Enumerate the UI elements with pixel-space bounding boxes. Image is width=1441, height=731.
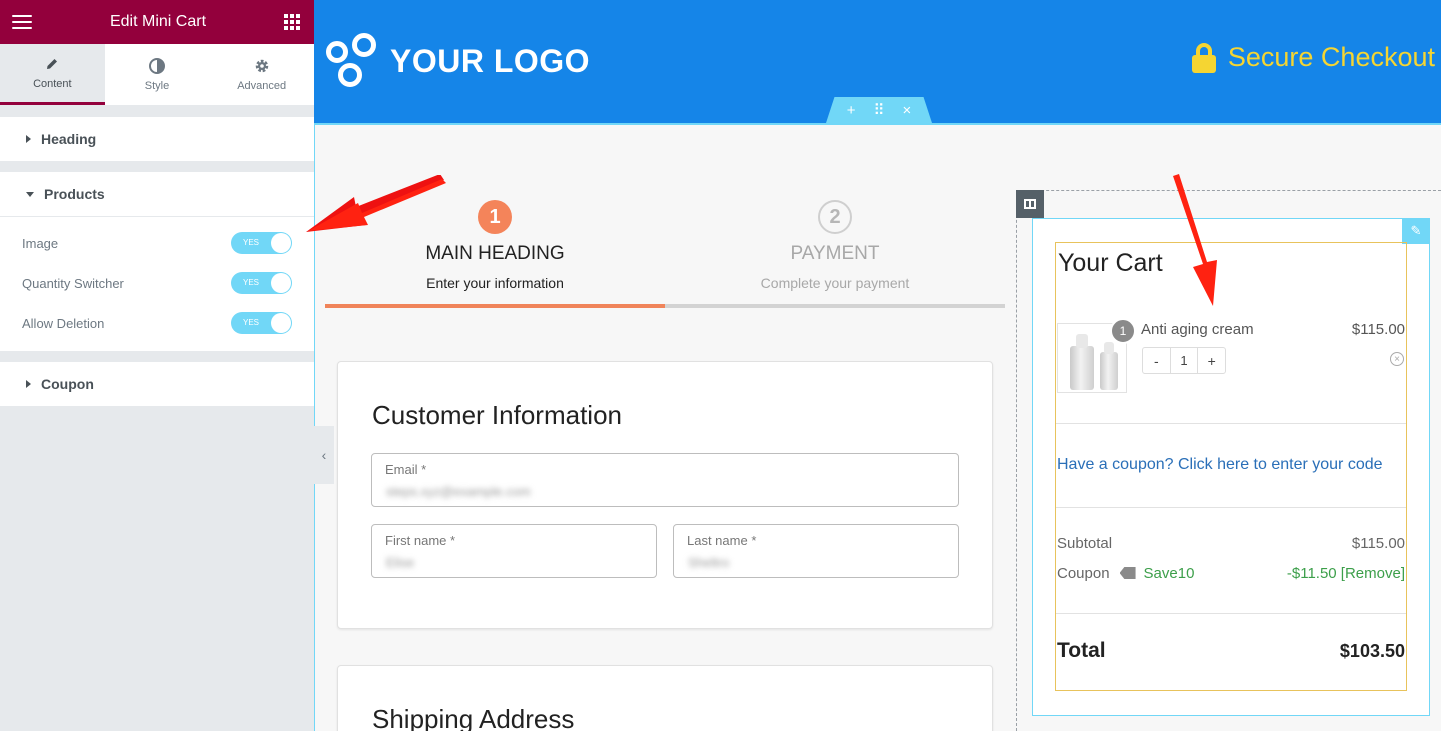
control-image: Image YES [0, 223, 314, 263]
email-value: steps.xyz@example.com [386, 484, 531, 499]
first-name-label: First name * [385, 533, 456, 548]
panel-header: Edit Mini Cart [0, 0, 314, 44]
column-icon [1024, 199, 1036, 209]
last-name-label: Last name * [687, 533, 757, 548]
section-heading-label: Heading [41, 131, 97, 147]
subtotal-value: $115.00 [1351, 535, 1405, 552]
chevron-left-icon: ‹ [321, 447, 327, 463]
cart-title: Your Cart [1058, 249, 1163, 277]
last-name-value: Sheltro [688, 555, 730, 570]
section-coupon-toggle[interactable]: Coupon [0, 362, 314, 406]
total-label: Total [1057, 639, 1106, 662]
control-image-label: Image [22, 235, 59, 251]
caret-down-icon [26, 191, 34, 197]
remove-item-icon[interactable]: × [1390, 352, 1404, 366]
section-handle: + ⠿ × [826, 97, 932, 123]
menu-icon[interactable] [12, 15, 32, 29]
step-2-number: 2 [818, 200, 852, 234]
quantity-stepper: - 1 + [1142, 347, 1226, 374]
caret-right-icon [26, 135, 31, 143]
panel-collapse-button[interactable]: ‹ [314, 426, 334, 484]
secure-checkout-label: Secure Checkout [1227, 42, 1435, 72]
site-header: YOUR LOGO Secure Checkout + ⠿ × [314, 0, 1441, 123]
product-name[interactable]: Anti aging cream [1141, 321, 1254, 338]
customer-information-card: Customer Information Email * steps.xyz@e… [337, 361, 993, 629]
shipping-address-card: Shipping Address [337, 665, 993, 731]
coupon-discount-remove[interactable]: -$11.50 [Remove] [1287, 565, 1405, 582]
total-row: Total $103.50 [1057, 639, 1405, 663]
checkout-steps: 1 MAIN HEADING Enter your information 2 … [325, 200, 1005, 310]
tab-style-label: Style [144, 79, 170, 92]
section-coupon-label: Coupon [41, 376, 94, 392]
steps-progress-bar [325, 304, 1005, 308]
subtotal-label: Subtotal [1057, 535, 1113, 552]
section-products-label: Products [44, 186, 105, 202]
control-quantity-switcher: Quantity Switcher YES [0, 263, 314, 303]
step-1-number: 1 [478, 200, 512, 234]
email-field[interactable]: Email * steps.xyz@example.com [371, 453, 959, 507]
panel-tabs: Content Style Advanced [0, 44, 314, 106]
contrast-icon [149, 57, 165, 74]
section-products: Products Image YES Quantity Switcher YES… [0, 172, 314, 351]
logo-circles-icon [326, 33, 378, 89]
caret-right-icon [26, 380, 31, 388]
quantity-switcher-toggle[interactable]: YES [231, 272, 292, 294]
drag-section-icon[interactable]: ⠿ [874, 101, 885, 119]
shipping-address-title: Shipping Address [372, 704, 575, 731]
logo-text: YOUR LOGO [390, 42, 591, 79]
quantity-decrease-button[interactable]: - [1143, 348, 1170, 373]
lock-icon [1191, 42, 1216, 73]
section-heading-toggle[interactable]: Heading [0, 117, 314, 161]
step-1-subtitle: Enter your information [426, 275, 564, 291]
secure-checkout: Secure Checkout [1191, 42, 1435, 73]
allow-deletion-toggle[interactable]: YES [231, 312, 292, 334]
section-heading: Heading [0, 117, 314, 161]
quantity-increase-button[interactable]: + [1198, 348, 1225, 373]
pencil-icon [45, 56, 59, 72]
first-name-value: Elise [386, 555, 415, 570]
site-logo[interactable]: YOUR LOGO [326, 33, 590, 89]
total-value: $103.50 [1339, 640, 1405, 661]
subtotal-row: Subtotal $115.00 [1057, 535, 1405, 552]
tab-advanced-label: Advanced [237, 79, 287, 92]
first-name-field[interactable]: First name * Elise [371, 524, 657, 578]
add-section-icon[interactable]: + [847, 102, 856, 119]
edit-widget-button[interactable]: ✎ [1402, 218, 1430, 244]
last-name-field[interactable]: Last name * Sheltro [673, 524, 959, 578]
delete-section-icon[interactable]: × [903, 102, 912, 119]
step-2-title: PAYMENT [790, 243, 880, 264]
tab-style[interactable]: Style [105, 44, 210, 105]
section-coupon: Coupon [0, 362, 314, 406]
panel-title: Edit Mini Cart [109, 13, 207, 30]
column-handle[interactable] [1016, 190, 1044, 218]
control-allow-deletion: Allow Deletion YES [0, 303, 314, 343]
product-price: $115.00 [1351, 321, 1405, 338]
quantity-badge: 1 [1110, 318, 1136, 344]
elementor-panel: Edit Mini Cart Content Style Advanced He… [0, 0, 314, 731]
mini-cart: Your Cart 1 Anti aging cream $115.00 - 1… [1055, 242, 1407, 691]
step-1[interactable]: 1 MAIN HEADING Enter your information [325, 200, 665, 291]
coupon-link[interactable]: Have a coupon? Click here to enter your … [1057, 456, 1383, 474]
gear-icon [254, 58, 270, 74]
quantity-value[interactable]: 1 [1169, 348, 1199, 373]
tag-icon [1119, 567, 1136, 579]
step-1-title: MAIN HEADING [425, 243, 565, 264]
coupon-label: Coupon [1057, 565, 1110, 582]
pencil-icon: ✎ [1410, 223, 1422, 238]
control-quantity-label: Quantity Switcher [22, 275, 124, 291]
tab-advanced[interactable]: Advanced [209, 44, 314, 105]
step-2[interactable]: 2 PAYMENT Complete your payment [665, 200, 1005, 291]
tab-content[interactable]: Content [0, 44, 105, 105]
control-deletion-label: Allow Deletion [22, 315, 105, 331]
email-label: Email * [385, 462, 427, 477]
step-2-subtitle: Complete your payment [760, 275, 910, 291]
customer-information-title: Customer Information [372, 400, 622, 430]
section-products-toggle[interactable]: Products [0, 172, 314, 216]
coupon-code: Save10 [1143, 565, 1195, 582]
coupon-row: Coupon Save10 -$11.50 [Remove] [1057, 565, 1405, 582]
widgets-grid-icon[interactable] [284, 14, 300, 30]
image-toggle[interactable]: YES [231, 232, 292, 254]
tab-content-label: Content [33, 78, 72, 90]
